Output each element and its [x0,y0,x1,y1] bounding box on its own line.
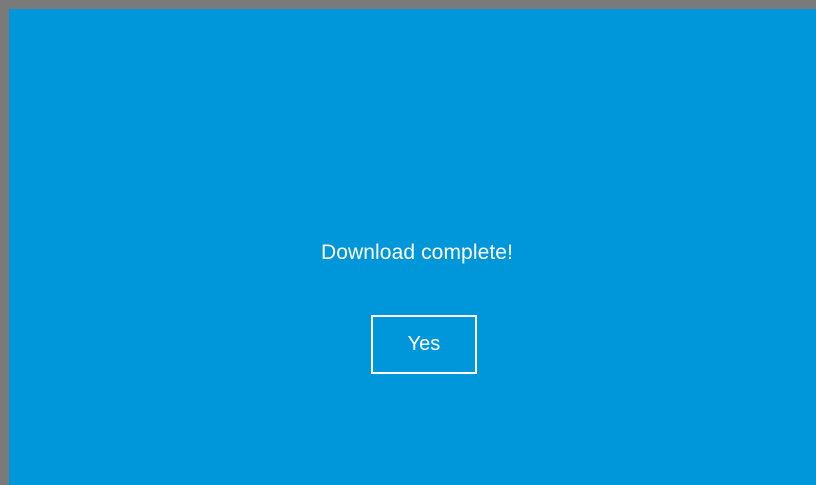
dialog-message: Download complete! [320,241,514,264]
download-complete-dialog: Download complete! Yes [18,18,816,485]
yes-button[interactable]: Yes [371,315,477,374]
screen-frame: Download complete! Yes [0,0,816,485]
